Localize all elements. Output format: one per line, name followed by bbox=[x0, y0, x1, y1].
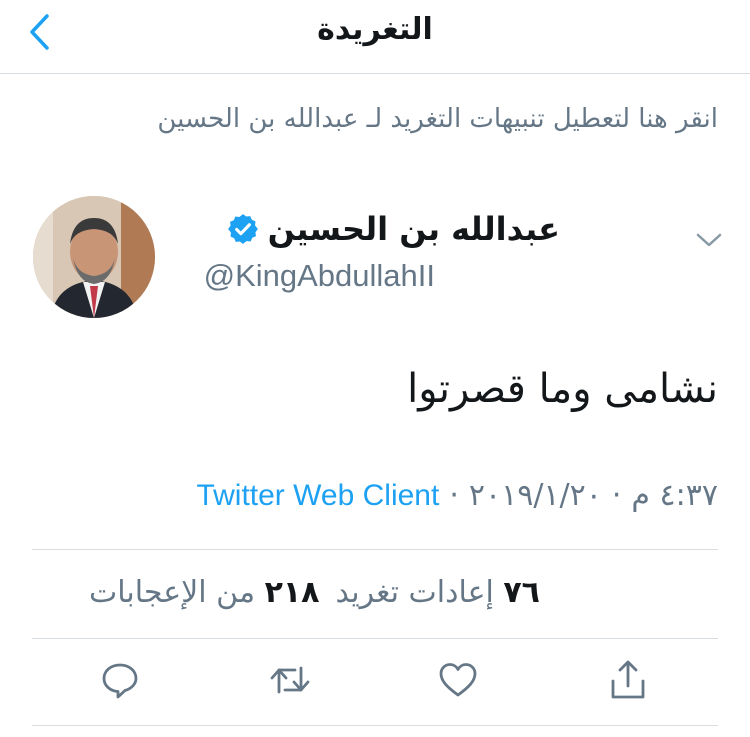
page-title: التغريدة bbox=[317, 12, 433, 47]
author-name: عبدالله بن الحسين bbox=[267, 210, 560, 248]
verified-badge-icon bbox=[227, 214, 258, 244]
retweets-label: إعادات تغريد bbox=[335, 575, 494, 610]
author-handle[interactable]: @KingAbdullahII bbox=[204, 258, 435, 294]
share-icon bbox=[611, 660, 645, 699]
tweet-actions bbox=[0, 655, 750, 715]
tweet-stats: ٧٦ إعادات تغريد ٢١٨ من الإعجابات bbox=[89, 575, 540, 610]
navigation-bar: التغريدة bbox=[0, 0, 750, 74]
tweet-meta: ٤:٣٧ م · ٢٠١٩/١/٢٠ · Twitter Web Client bbox=[196, 478, 718, 513]
divider bbox=[32, 725, 718, 726]
like-button[interactable] bbox=[433, 655, 483, 705]
avatar[interactable] bbox=[33, 196, 155, 318]
tweet-client-link[interactable]: Twitter Web Client bbox=[196, 479, 439, 513]
retweets-stat[interactable]: ٧٦ إعادات تغريد bbox=[336, 575, 541, 610]
meta-separator: · bbox=[611, 478, 622, 513]
reply-icon bbox=[102, 663, 138, 699]
tweet-text: نشامى وما قصرتوا bbox=[407, 366, 718, 412]
author-name-row[interactable]: عبدالله بن الحسين bbox=[226, 210, 560, 248]
divider bbox=[32, 549, 718, 550]
share-button[interactable] bbox=[603, 655, 653, 705]
likes-stat[interactable]: ٢١٨ من الإعجابات bbox=[89, 575, 320, 610]
retweets-count: ٧٦ bbox=[503, 575, 540, 610]
chevron-down-icon bbox=[696, 233, 722, 247]
retweet-button[interactable] bbox=[265, 655, 315, 705]
like-icon bbox=[439, 663, 477, 697]
tweet-author: عبدالله بن الحسين @KingAbdullahII bbox=[0, 190, 750, 320]
likes-label: من الإعجابات bbox=[88, 575, 256, 610]
tweet-date: ٢٠١٩/١/٢٠ bbox=[468, 478, 602, 513]
divider bbox=[32, 638, 718, 639]
likes-count: ٢١٨ bbox=[264, 575, 320, 610]
meta-separator: · bbox=[449, 478, 459, 513]
tweet-time: ٤:٣٧ م bbox=[631, 478, 718, 513]
retweet-icon bbox=[270, 666, 310, 694]
reply-button[interactable] bbox=[95, 655, 145, 705]
tweet-options-button[interactable] bbox=[696, 232, 722, 252]
notification-toggle-link[interactable]: انقر هنا لتعطيل تنبيهات التغريد لـ عبدال… bbox=[157, 104, 718, 134]
